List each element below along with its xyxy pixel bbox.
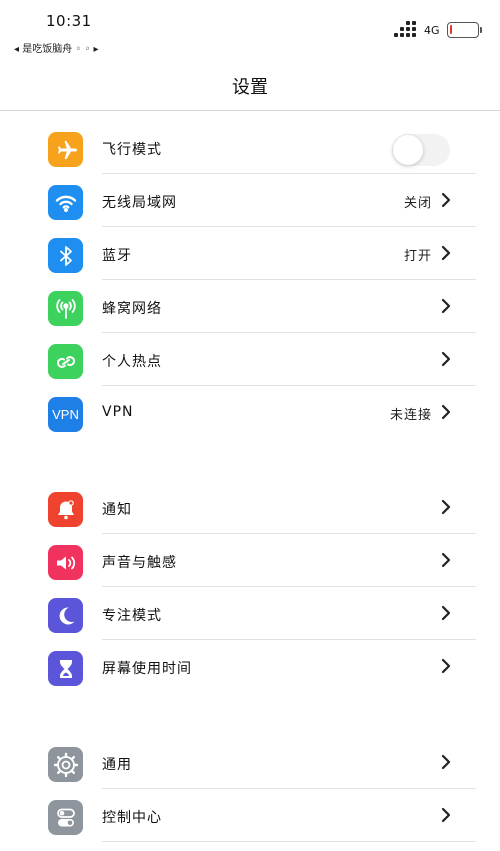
back-to-app-link[interactable]: ◂ 是吃饭脑舟 ◦ ◦ ▸ xyxy=(14,40,99,55)
bell-icon xyxy=(48,492,83,527)
setting-value: 未连接 xyxy=(389,408,432,423)
hotspot-icon xyxy=(48,344,83,379)
chevron-right-icon xyxy=(441,754,451,770)
setting-row-focus[interactable]: 专注模式 xyxy=(0,587,500,640)
setting-label: 通用 xyxy=(102,757,132,773)
setting-label: 蜂窝网络 xyxy=(102,301,162,317)
chevron-right-icon xyxy=(441,499,451,515)
chevron-right-icon xyxy=(441,605,451,621)
setting-label: 飞行模式 xyxy=(102,142,162,158)
nav-divider xyxy=(0,110,500,111)
setting-row-personal-hotspot[interactable]: 个人热点 xyxy=(0,333,500,386)
moon-icon xyxy=(48,598,83,633)
chevron-right-icon xyxy=(441,658,451,674)
chevron-right-icon xyxy=(441,807,451,823)
setting-label: 无线局域网 xyxy=(102,195,177,211)
setting-row-wifi[interactable]: 无线局域网 关闭 xyxy=(0,174,500,227)
airplane-icon xyxy=(48,132,83,167)
cellular-icon xyxy=(48,291,83,326)
setting-row-airplane-mode: 飞行模式 xyxy=(0,121,500,174)
setting-label: 控制中心 xyxy=(102,810,162,826)
vpn-icon: VPN xyxy=(48,397,83,432)
clock: 10:31 xyxy=(46,12,92,30)
setting-row-notifications[interactable]: 通知 xyxy=(0,481,500,534)
toggle-knob xyxy=(393,135,423,165)
bluetooth-icon xyxy=(48,238,83,273)
battery-level xyxy=(450,25,452,34)
setting-value: 关闭 xyxy=(403,196,432,211)
chevron-right-icon xyxy=(441,351,451,367)
battery-icon xyxy=(447,22,482,38)
chevron-right-icon xyxy=(441,552,451,568)
row-divider xyxy=(102,841,476,842)
hourglass-icon xyxy=(48,651,83,686)
airplane-mode-toggle[interactable] xyxy=(392,134,450,166)
setting-label: 蓝牙 xyxy=(102,248,132,264)
speaker-icon xyxy=(48,545,83,580)
setting-row-vpn[interactable]: VPN VPN 未连接 xyxy=(0,386,500,439)
setting-row-general[interactable]: 通用 xyxy=(0,736,500,789)
page-title: 设置 xyxy=(232,77,268,98)
chevron-right-icon xyxy=(441,404,451,420)
chevron-right-icon xyxy=(441,192,451,208)
gear-icon xyxy=(48,747,83,782)
wifi-icon xyxy=(48,185,83,220)
vpn-icon-text: VPN xyxy=(52,407,79,422)
signal-strength-icon xyxy=(394,21,416,39)
setting-label: 个人热点 xyxy=(102,354,162,370)
setting-label: 通知 xyxy=(102,502,132,518)
setting-row-control-center[interactable]: 控制中心 xyxy=(0,789,500,842)
setting-label: VPN xyxy=(102,404,134,420)
chevron-right-icon xyxy=(441,298,451,314)
setting-label: 专注模式 xyxy=(102,608,162,624)
setting-row-screen-time[interactable]: 屏幕使用时间 xyxy=(0,640,500,693)
status-bar: 10:31 ◂ 是吃饭脑舟 ◦ ◦ ▸ 4G xyxy=(0,0,500,60)
setting-label: 屏幕使用时间 xyxy=(102,661,192,677)
chevron-right-icon xyxy=(441,245,451,261)
switches-icon xyxy=(48,800,83,835)
network-type: 4G xyxy=(424,24,440,37)
setting-value: 打开 xyxy=(403,249,432,264)
setting-label: 声音与触感 xyxy=(102,555,177,571)
setting-row-bluetooth[interactable]: 蓝牙 打开 xyxy=(0,227,500,280)
setting-row-cellular[interactable]: 蜂窝网络 xyxy=(0,280,500,333)
setting-row-sounds-haptics[interactable]: 声音与触感 xyxy=(0,534,500,587)
